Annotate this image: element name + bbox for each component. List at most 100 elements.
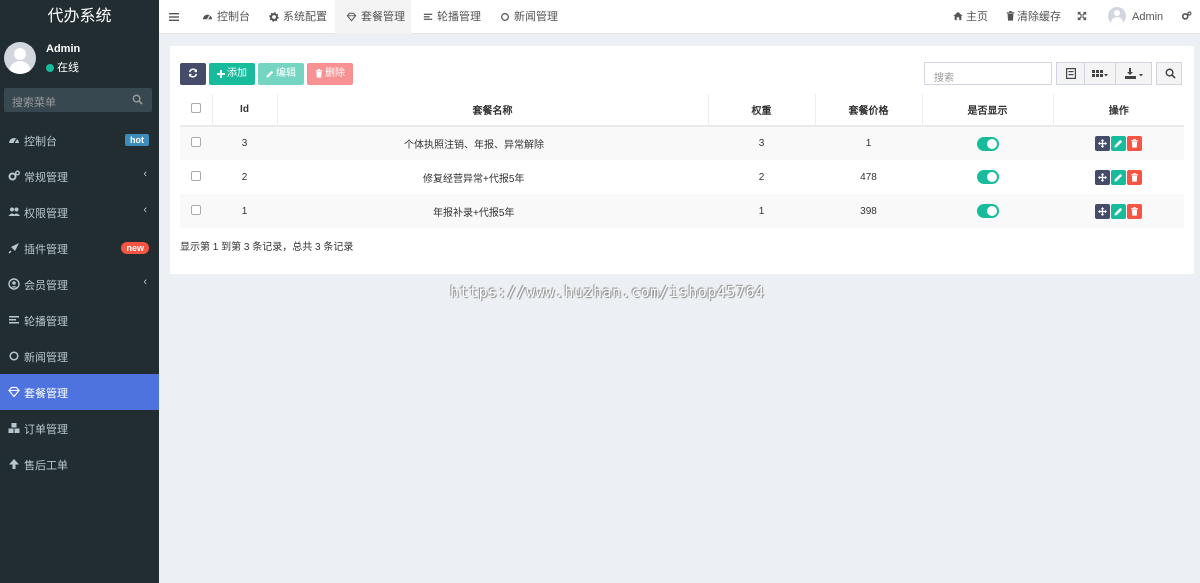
search-icon[interactable] bbox=[132, 94, 143, 105]
cell-name: 年报补录+代报5年 bbox=[277, 194, 708, 228]
hot-badge: hot bbox=[125, 134, 149, 146]
refresh-button[interactable] bbox=[180, 63, 206, 85]
avatar bbox=[1108, 7, 1126, 25]
sidebar-item-news[interactable]: 新闻管理 bbox=[0, 338, 159, 374]
trash-icon bbox=[315, 69, 323, 78]
chevron-left-icon: ‹ bbox=[143, 204, 147, 216]
tab-dashboard[interactable]: 控制台 bbox=[202, 0, 250, 34]
drag-sort-button[interactable] bbox=[1095, 136, 1110, 151]
gear-icon bbox=[269, 12, 279, 22]
row-delete-button[interactable] bbox=[1127, 169, 1142, 185]
select-all-checkbox-cell[interactable] bbox=[180, 94, 213, 127]
delete-button[interactable]: 删除 bbox=[307, 63, 353, 85]
cogs-icon bbox=[1181, 11, 1192, 20]
dashboard-icon bbox=[9, 138, 19, 144]
grid-icon bbox=[1092, 70, 1108, 77]
home-link[interactable]: 主页 bbox=[953, 0, 988, 34]
sidebar-menu: 控制台 hot 常规管理 ‹ 权限管理 ‹ 插件管理 new 会员管理 ‹ 轮播… bbox=[0, 122, 159, 482]
settings-button[interactable] bbox=[1181, 0, 1192, 34]
sidebar-item-aftersale[interactable]: 售后工单 bbox=[0, 446, 159, 482]
column-header-name[interactable]: 套餐名称 bbox=[277, 94, 709, 127]
sidebar-item-addons[interactable]: 插件管理 new bbox=[0, 230, 159, 266]
row-edit-button[interactable] bbox=[1111, 169, 1126, 185]
fullscreen-button[interactable] bbox=[1077, 0, 1087, 34]
add-button[interactable]: 添加 bbox=[209, 63, 255, 85]
list-icon bbox=[423, 13, 433, 20]
hamburger-icon bbox=[169, 13, 179, 21]
watermark: https://www.huzhan.com/ishop45764 bbox=[450, 283, 765, 301]
sidebar-item-general[interactable]: 常规管理 ‹ bbox=[0, 158, 159, 194]
row-checkbox[interactable] bbox=[191, 204, 201, 215]
avatar bbox=[4, 42, 36, 74]
cell-id: 1 bbox=[212, 194, 277, 228]
drag-sort-button[interactable] bbox=[1095, 203, 1110, 219]
drag-sort-button[interactable] bbox=[1095, 169, 1110, 185]
chevron-left-icon: ‹ bbox=[143, 168, 147, 180]
move-icon bbox=[1098, 206, 1107, 216]
row-delete-button[interactable] bbox=[1127, 203, 1142, 219]
circle-icon bbox=[501, 13, 509, 21]
cell-price: 1 bbox=[815, 126, 922, 160]
fullscreen-icon bbox=[1077, 11, 1087, 21]
show-toggle[interactable] bbox=[976, 204, 999, 218]
app-logo[interactable]: 代办系统 bbox=[0, 0, 159, 34]
user-name: Admin bbox=[46, 43, 81, 55]
sidebar-item-orders[interactable]: 订单管理 bbox=[0, 410, 159, 446]
cell-name: 个体执照注销、年报、异常解除 bbox=[277, 126, 708, 160]
refresh-icon bbox=[188, 68, 198, 78]
export-dropdown-button[interactable] bbox=[1115, 62, 1152, 85]
pencil-icon bbox=[1114, 139, 1123, 148]
menu-search-input[interactable]: 搜索菜单 bbox=[4, 88, 152, 112]
packages-table: Id 套餐名称 权重 套餐价格 是否显示 操作 3 个体执照注销、年报、异常解除… bbox=[180, 94, 1184, 228]
table-row[interactable]: 2 修复经营异常+代报5年 2 478 bbox=[180, 160, 1184, 194]
columns-dropdown-button[interactable] bbox=[1084, 62, 1116, 85]
sidebar-item-auth[interactable]: 权限管理 ‹ bbox=[0, 194, 159, 230]
toggle-view-button[interactable] bbox=[1056, 62, 1085, 85]
column-header-show[interactable]: 是否显示 bbox=[922, 94, 1054, 127]
tab-carousel[interactable]: 轮播管理 bbox=[423, 0, 481, 34]
cubes-icon bbox=[8, 423, 20, 433]
list-icon bbox=[9, 316, 19, 324]
trash-icon bbox=[1131, 206, 1138, 216]
tab-packages[interactable]: 套餐管理 bbox=[335, 0, 411, 34]
cogs-icon bbox=[8, 170, 20, 181]
sidebar-item-carousel[interactable]: 轮播管理 bbox=[0, 302, 159, 338]
diamond-icon bbox=[346, 12, 357, 22]
sidebar-toggle-button[interactable] bbox=[167, 0, 185, 34]
sidebar-item-dashboard[interactable]: 控制台 hot bbox=[0, 122, 159, 158]
plus-icon bbox=[217, 70, 225, 78]
dashboard-icon bbox=[202, 14, 213, 20]
row-edit-button[interactable] bbox=[1111, 136, 1126, 151]
advanced-search-button[interactable] bbox=[1156, 62, 1182, 85]
chevron-left-icon: ‹ bbox=[143, 276, 147, 288]
table-header-row: Id 套餐名称 权重 套餐价格 是否显示 操作 bbox=[180, 94, 1184, 127]
sidebar-item-packages[interactable]: 套餐管理 bbox=[0, 374, 159, 410]
show-toggle[interactable] bbox=[976, 170, 999, 184]
edit-button[interactable]: 编辑 bbox=[258, 63, 304, 85]
row-delete-button[interactable] bbox=[1127, 136, 1142, 151]
clear-cache-button[interactable]: 清除缓存 bbox=[1006, 0, 1061, 34]
user-menu[interactable]: Admin bbox=[1108, 0, 1163, 34]
select-all-checkbox[interactable] bbox=[190, 103, 201, 113]
search-placeholder: 搜索 bbox=[934, 73, 954, 84]
show-toggle[interactable] bbox=[976, 136, 999, 151]
download-icon bbox=[1125, 68, 1143, 79]
move-icon bbox=[1098, 139, 1107, 148]
user-status: 在线 bbox=[46, 59, 79, 75]
sidebar-item-members[interactable]: 会员管理 ‹ bbox=[0, 266, 159, 302]
users-icon bbox=[8, 207, 20, 216]
column-header-weight[interactable]: 权重 bbox=[708, 94, 816, 127]
top-navbar: 控制台 系统配置 套餐管理 轮播管理 新闻管理 主页 清除缓存 Admin bbox=[159, 0, 1200, 34]
cell-id: 3 bbox=[212, 126, 277, 160]
row-checkbox[interactable] bbox=[191, 170, 201, 181]
tab-system-config[interactable]: 系统配置 bbox=[269, 0, 327, 34]
table-row[interactable]: 3 个体执照注销、年报、异常解除 3 1 bbox=[180, 126, 1184, 160]
row-checkbox[interactable] bbox=[191, 137, 201, 147]
table-search-input[interactable]: 搜索 bbox=[924, 62, 1052, 85]
column-header-price[interactable]: 套餐价格 bbox=[815, 94, 923, 127]
tab-news[interactable]: 新闻管理 bbox=[500, 0, 558, 34]
table-row[interactable]: 1 年报补录+代报5年 1 398 bbox=[180, 194, 1184, 228]
row-edit-button[interactable] bbox=[1111, 203, 1126, 219]
cell-weight: 3 bbox=[708, 126, 815, 160]
column-header-id[interactable]: Id bbox=[212, 94, 278, 127]
